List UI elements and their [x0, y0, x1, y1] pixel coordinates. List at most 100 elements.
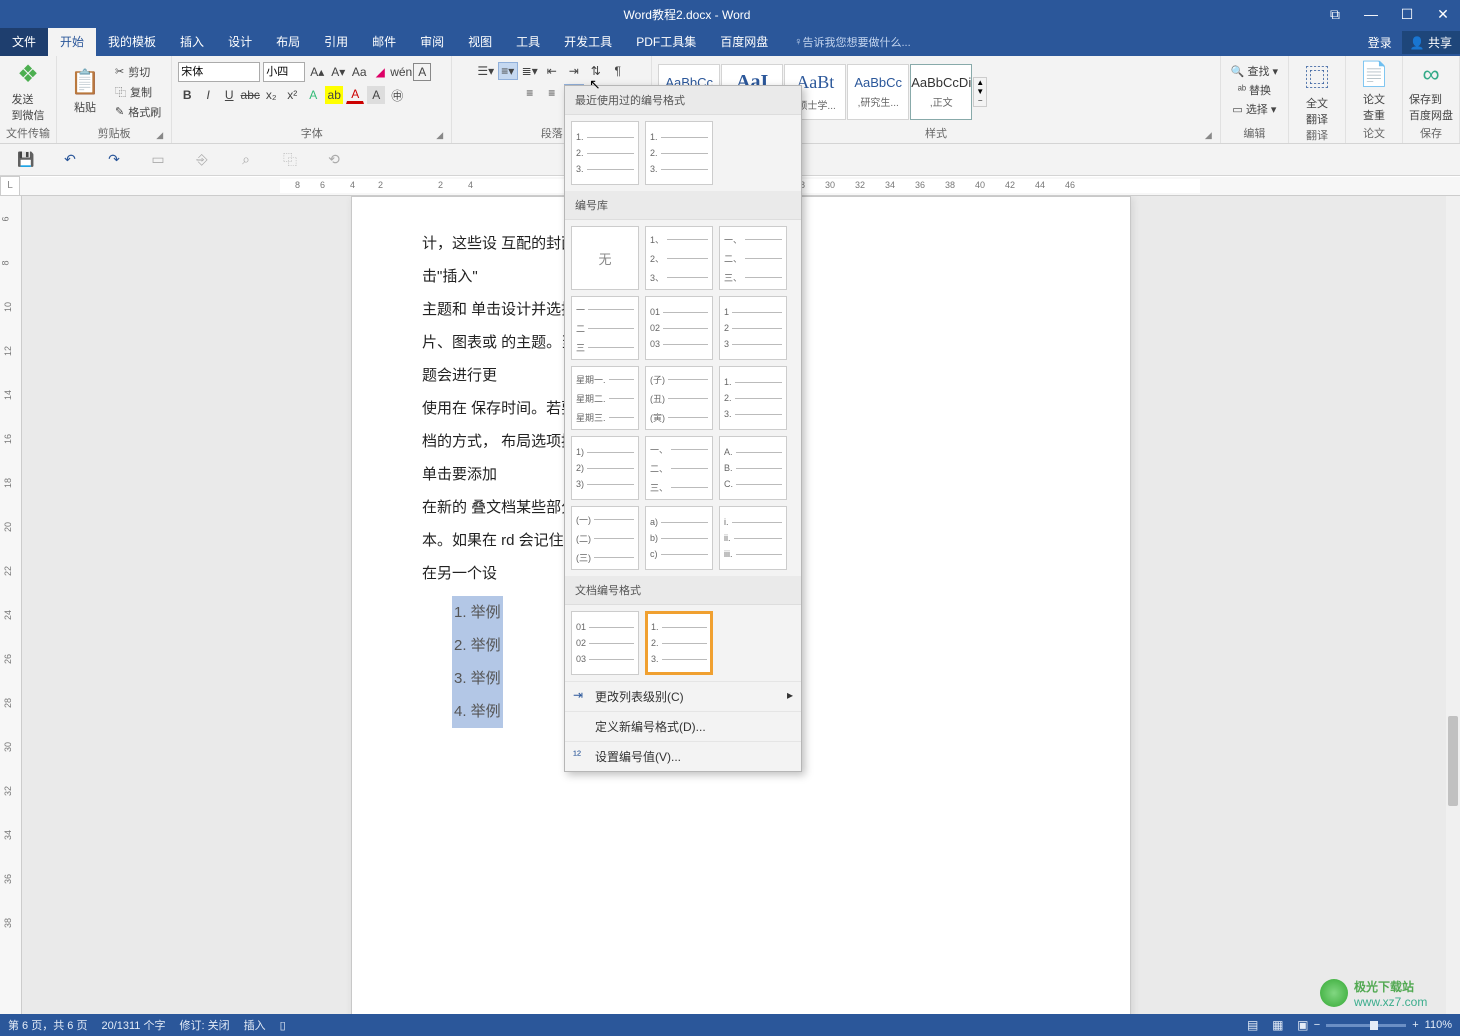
- view-print-button[interactable]: ▦: [1267, 1018, 1289, 1032]
- find-button[interactable]: 🔍查找 ▾: [1227, 62, 1282, 80]
- clipboard-launcher-icon[interactable]: ◢: [156, 130, 163, 141]
- zoom-slider[interactable]: [1326, 1024, 1406, 1027]
- text-effect-button[interactable]: A: [304, 86, 322, 104]
- status-macro-icon[interactable]: ▯: [280, 1019, 286, 1032]
- numbering-library-item-4[interactable]: 010203: [645, 296, 713, 360]
- numbering-doc-item-0[interactable]: 010203: [571, 611, 639, 675]
- format-painter-button[interactable]: ✎格式刷: [111, 103, 165, 121]
- phonetic-button[interactable]: wén: [392, 63, 410, 81]
- tab-tools[interactable]: 工具: [504, 28, 552, 56]
- qat-button-4[interactable]: ▭: [146, 148, 170, 172]
- sort-button[interactable]: ⇅: [586, 62, 606, 80]
- copy-button[interactable]: ⿻复制: [111, 83, 165, 101]
- numbering-library-item-1[interactable]: 1、2、3、: [645, 226, 713, 290]
- share-button[interactable]: 👤 共享: [1402, 31, 1460, 54]
- numbering-doc-item-1[interactable]: 1.2.3.: [645, 611, 713, 675]
- style-scroll-up-button[interactable]: ▲: [974, 78, 986, 87]
- style-scroll-down-button[interactable]: ▼: [974, 87, 986, 96]
- thesis-check-button[interactable]: 📄论文 查重: [1352, 60, 1396, 123]
- char-shading-button[interactable]: A: [367, 86, 385, 104]
- bold-button[interactable]: B: [178, 86, 196, 104]
- tab-pdf[interactable]: PDF工具集: [624, 28, 708, 56]
- change-case-button[interactable]: Aa: [350, 63, 368, 81]
- tab-view[interactable]: 视图: [456, 28, 504, 56]
- tab-baidu[interactable]: 百度网盘: [708, 28, 780, 56]
- numbering-library-item-3[interactable]: 一二三: [571, 296, 639, 360]
- tab-references[interactable]: 引用: [312, 28, 360, 56]
- numbering-library-item-8[interactable]: 1.2.3.: [719, 366, 787, 430]
- zoom-in-button[interactable]: +: [1412, 1019, 1418, 1031]
- send-to-wechat-button[interactable]: ❖ 发送 到微信: [6, 60, 50, 123]
- style-normal[interactable]: AaBbCcDi,正文: [910, 64, 972, 120]
- status-insert[interactable]: 插入: [244, 1017, 266, 1033]
- define-new-number-menu[interactable]: 定义新编号格式(D)...: [565, 711, 801, 741]
- vertical-scrollbar[interactable]: [1446, 196, 1460, 1014]
- highlight-button[interactable]: ab: [325, 86, 343, 104]
- numbering-library-item-6[interactable]: 星期一.星期二.星期三.: [571, 366, 639, 430]
- status-words[interactable]: 20/1311 个字: [101, 1017, 165, 1033]
- styles-launcher-icon[interactable]: ◢: [1205, 130, 1212, 141]
- zoom-out-button[interactable]: −: [1314, 1019, 1320, 1031]
- undo-button[interactable]: ↶: [58, 148, 82, 172]
- indent-increase-button[interactable]: ⇥: [564, 62, 584, 80]
- tab-my-templates[interactable]: 我的模板: [96, 28, 168, 56]
- minimize-icon[interactable]: —: [1362, 6, 1380, 23]
- tab-design[interactable]: 设计: [216, 28, 264, 56]
- italic-button[interactable]: I: [199, 86, 217, 104]
- show-marks-button[interactable]: ¶: [608, 62, 628, 80]
- font-launcher-icon[interactable]: ◢: [436, 130, 443, 141]
- save-button[interactable]: 💾: [14, 148, 38, 172]
- underline-button[interactable]: U: [220, 86, 238, 104]
- grow-font-button[interactable]: A▴: [308, 63, 326, 81]
- tab-review[interactable]: 审阅: [408, 28, 456, 56]
- clear-format-button[interactable]: ◢: [371, 63, 389, 81]
- qat-button-7[interactable]: ⿻: [278, 148, 302, 172]
- maximize-icon[interactable]: ☐: [1398, 6, 1416, 23]
- qat-button-6[interactable]: ⌕: [234, 148, 258, 172]
- align-center-button[interactable]: ≡: [542, 84, 562, 102]
- tab-layout[interactable]: 布局: [264, 28, 312, 56]
- paste-button[interactable]: 📋 粘贴: [63, 68, 107, 115]
- numbering-library-item-12[interactable]: (一)(二)(三): [571, 506, 639, 570]
- numbering-library-item-11[interactable]: A.B.C.: [719, 436, 787, 500]
- tell-me-input[interactable]: ♀ 告诉我您想要做什么...: [794, 34, 910, 50]
- login-button[interactable]: 登录: [1358, 34, 1402, 51]
- numbering-library-item-10[interactable]: 一、二、三、: [645, 436, 713, 500]
- numbering-library-item-7[interactable]: (子)(丑)(寅): [645, 366, 713, 430]
- status-page[interactable]: 第 6 页，共 6 页: [8, 1017, 87, 1033]
- numbering-library-item-9[interactable]: 1)2)3): [571, 436, 639, 500]
- enclose-char-button[interactable]: ㊥: [388, 86, 406, 104]
- numbering-library-item-14[interactable]: i.ii.iii.: [719, 506, 787, 570]
- font-color-button[interactable]: A: [346, 86, 364, 104]
- numbering-library-item-13[interactable]: a)b)c): [645, 506, 713, 570]
- close-icon[interactable]: ✕: [1434, 6, 1452, 23]
- redo-button[interactable]: ↷: [102, 148, 126, 172]
- tab-developer[interactable]: 开发工具: [552, 28, 624, 56]
- style-researcher[interactable]: AaBbCc,研究生...: [847, 64, 909, 120]
- numbering-recent-item-1[interactable]: 1.2.3.: [645, 121, 713, 185]
- view-web-button[interactable]: ▣: [1292, 1018, 1314, 1032]
- tab-home[interactable]: 开始: [48, 28, 96, 56]
- shrink-font-button[interactable]: A▾: [329, 63, 347, 81]
- tab-selector[interactable]: L: [0, 176, 20, 196]
- font-size-combo[interactable]: 小四: [263, 62, 305, 82]
- tab-file[interactable]: 文件: [0, 28, 48, 56]
- cut-button[interactable]: ✂剪切: [111, 63, 165, 81]
- numbering-library-item-5[interactable]: 123: [719, 296, 787, 360]
- change-list-level-menu[interactable]: ⇥更改列表级别(C)▸: [565, 681, 801, 711]
- bullets-button[interactable]: ☰▾: [476, 62, 496, 80]
- replace-button[interactable]: ᵃᵇ替换: [1234, 81, 1275, 99]
- indent-decrease-button[interactable]: ⇤: [542, 62, 562, 80]
- numbering-library-item-2[interactable]: 一、二、三、: [719, 226, 787, 290]
- font-name-combo[interactable]: 宋体: [178, 62, 260, 82]
- save-baidu-button[interactable]: ∞保存到 百度网盘: [1409, 61, 1453, 123]
- char-border-button[interactable]: A: [413, 63, 431, 81]
- view-read-button[interactable]: ▤: [1242, 1018, 1264, 1032]
- align-left-button[interactable]: ≡: [520, 84, 540, 102]
- tab-insert[interactable]: 插入: [168, 28, 216, 56]
- superscript-button[interactable]: x²: [283, 86, 301, 104]
- status-track[interactable]: 修订: 关闭: [179, 1017, 229, 1033]
- multilevel-button[interactable]: ≣▾: [520, 62, 540, 80]
- zoom-value[interactable]: 110%: [1425, 1019, 1452, 1031]
- translate-button[interactable]: ⿴全文 翻译: [1295, 58, 1339, 127]
